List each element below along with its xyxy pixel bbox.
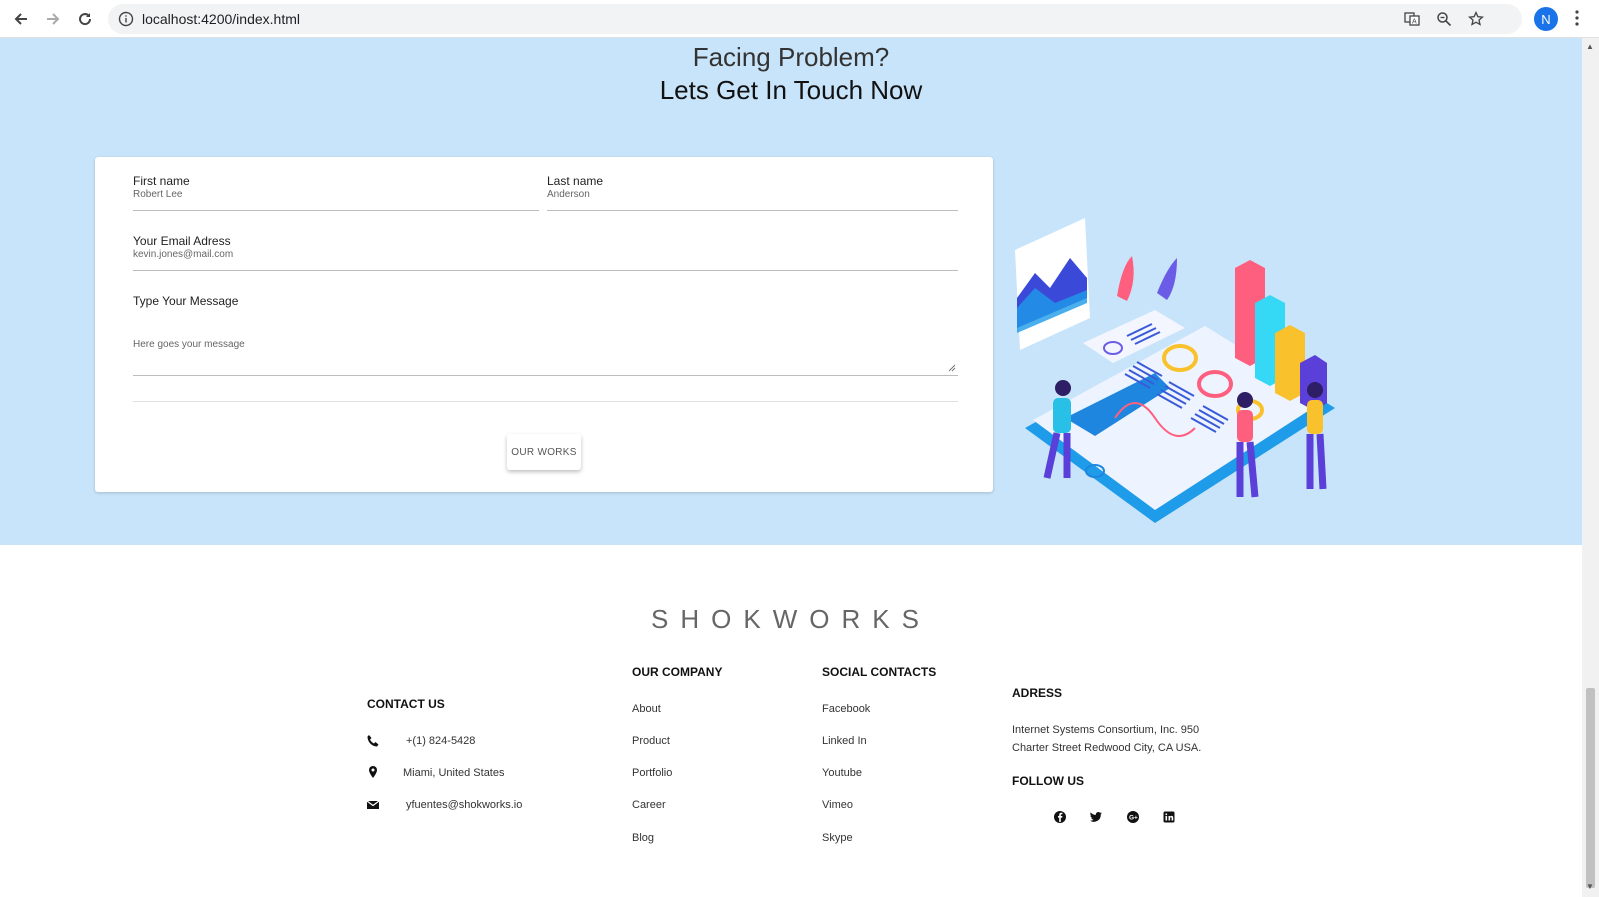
form-divider [133,401,958,402]
email-value[interactable]: kevin.jones@mail.com [133,249,233,260]
first-name-field[interactable]: First name Robert Lee [133,174,539,211]
company-link-portfolio[interactable]: Portfolio [632,767,672,779]
message-placeholder[interactable]: Here goes your message [133,339,245,350]
adress-line-2: Charter Street Redwood City, CA USA. [1012,742,1202,754]
arrow-right-icon [47,13,60,25]
svg-text:G+: G+ [1129,815,1138,822]
email-field[interactable]: Your Email Adress kevin.jones@mail.com [133,234,958,271]
company-link-product[interactable]: Product [632,735,670,747]
arrow-left-icon [14,13,27,25]
url-text[interactable]: localhost:4200/index.html [142,11,300,27]
shokworks-logo[interactable]: SHOKWORKS [0,604,1582,635]
twitter-icon[interactable] [1089,810,1103,824]
social-link-facebook[interactable]: Facebook [822,703,870,715]
message-label: Type Your Message [133,294,239,308]
vertical-scrollbar[interactable]: ▲ ▼ [1582,38,1599,897]
social-link-skype[interactable]: Skype [822,832,853,844]
facebook-icon[interactable] [1053,810,1067,824]
scroll-down-icon[interactable]: ▼ [1586,882,1594,891]
last-name-field[interactable]: Last name Anderson [547,174,958,211]
message-textarea[interactable]: Type Your Message Here goes your message [133,294,958,376]
social-link-vimeo[interactable]: Vimeo [822,799,853,811]
contact-us-heading: CONTACT US [367,697,445,711]
address-bar[interactable]: localhost:4200/index.html A [108,4,1522,34]
google-plus-icon[interactable]: G+ [1126,810,1140,824]
scrollbar-thumb[interactable] [1586,688,1595,888]
adress-heading: ADRESS [1012,686,1063,700]
contact-form: First name Robert Lee Last name Anderson… [95,157,993,492]
social-contacts-heading: SOCIAL CONTACTS [822,665,937,679]
company-link-blog[interactable]: Blog [632,832,654,844]
bookmark-star-icon[interactable] [1468,11,1484,27]
phone-icon [367,735,379,747]
company-link-career[interactable]: Career [632,799,666,811]
scroll-up-icon[interactable]: ▲ [1586,42,1594,51]
browser-toolbar: localhost:4200/index.html A N [0,0,1599,38]
section-subtitle: Facing Problem? [692,42,890,72]
linkedin-icon[interactable] [1162,810,1176,824]
contact-section: Facing Problem? Lets Get In Touch Now Fi… [0,38,1582,545]
social-link-linkedin[interactable]: Linked In [822,735,867,747]
dashboard-illustration [1015,218,1335,523]
email-label: Your Email Adress [133,234,231,248]
envelope-icon [366,800,380,809]
forward-button[interactable] [40,6,66,32]
reload-icon [79,13,92,26]
follow-us-heading: FOLLOW US [1012,774,1084,788]
first-name-label: First name [133,174,190,188]
info-icon[interactable] [118,11,134,27]
social-link-youtube[interactable]: Youtube [822,767,862,779]
zoom-icon[interactable] [1436,11,1452,27]
first-name-value[interactable]: Robert Lee [133,189,182,200]
our-works-button[interactable]: OUR WORKS [507,434,581,470]
adress-line-1: Internet Systems Consortium, Inc. 950 [1012,724,1200,736]
last-name-value[interactable]: Anderson [547,189,590,200]
profile-avatar[interactable]: N [1534,7,1558,31]
contact-email[interactable]: yfuentes@shokworks.io [406,799,522,811]
section-title: Lets Get In Touch Now [659,75,923,105]
reload-button[interactable] [72,6,98,32]
page-viewport: Facing Problem? Lets Get In Touch Now Fi… [0,38,1582,897]
contact-phone[interactable]: +(1) 824-5428 [406,735,475,747]
map-pin-icon [369,766,377,778]
translate-icon[interactable]: A [1404,11,1420,27]
back-button[interactable] [8,6,34,32]
more-menu-icon[interactable] [1574,9,1580,27]
our-company-heading: OUR COMPANY [632,665,723,679]
svg-text:A: A [1412,19,1417,26]
company-link-about[interactable]: About [632,703,661,715]
last-name-label: Last name [547,174,604,188]
resize-handle-icon[interactable] [948,364,956,372]
contact-location: Miami, United States [403,767,505,779]
profile-initial: N [1541,11,1551,27]
